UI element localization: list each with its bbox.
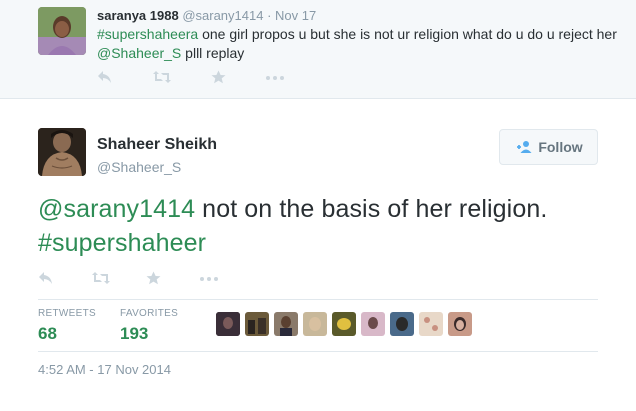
more-icon[interactable]	[265, 70, 285, 89]
favoriter-avatar[interactable]	[448, 312, 472, 336]
tweet-text-part: one girl propos u but she is not ur reli…	[198, 26, 617, 42]
author-handle[interactable]: @sarany1414	[182, 8, 263, 23]
mention-link[interactable]: @Shaheer_S	[97, 45, 181, 61]
hashtag-link[interactable]: #supershaheer	[38, 229, 206, 257]
reply-icon[interactable]	[38, 271, 54, 290]
mention-link[interactable]: @sarany1414	[38, 195, 195, 223]
reply-icon[interactable]	[97, 70, 113, 89]
main-tweet: Shaheer Sheikh @Shaheer_S Follow @sarany…	[0, 100, 636, 411]
tweet-text: #supershaheera one girl propos u but she…	[97, 25, 617, 63]
favoriter-avatar[interactable]	[245, 312, 269, 336]
avatar[interactable]	[38, 128, 86, 176]
follow-button[interactable]: Follow	[499, 129, 598, 165]
more-icon[interactable]	[199, 271, 219, 290]
favoriter-avatar[interactable]	[274, 312, 298, 336]
favoriter-avatar[interactable]	[390, 312, 414, 336]
author-name[interactable]: saranya 1988	[97, 8, 179, 23]
tweet-text-part: plll replay	[181, 45, 245, 61]
retweets-label: RETWEETS	[38, 308, 96, 319]
tweet-text-part: not on the basis of her religion.	[195, 195, 548, 223]
favorite-icon[interactable]	[146, 271, 161, 290]
author-name[interactable]: Shaheer Sheikh	[97, 136, 217, 154]
retweets-stat[interactable]: RETWEETS 68	[38, 308, 96, 344]
parent-tweet[interactable]: saranya 1988 @sarany1414 · Nov 17 #super…	[0, 0, 636, 99]
favorites-label: FAVORITES	[120, 308, 179, 319]
follow-label: Follow	[538, 139, 583, 155]
retweet-icon[interactable]	[91, 271, 111, 290]
author-handle[interactable]: @Shaheer_S	[97, 159, 181, 175]
tweet-stats: RETWEETS 68 FAVORITES 193	[38, 299, 598, 352]
tweet-text: @sarany1414 not on the basis of her reli…	[38, 192, 598, 260]
retweets-count: 68	[38, 324, 57, 343]
tweet-time[interactable]: Nov 17	[275, 8, 316, 23]
add-user-icon	[514, 140, 532, 154]
hashtag-link[interactable]: #supershaheera	[97, 26, 198, 42]
favorites-stat[interactable]: FAVORITES 193	[120, 308, 178, 344]
favorites-count: 193	[120, 324, 149, 343]
retweet-icon[interactable]	[152, 70, 172, 89]
favoriter-avatar[interactable]	[361, 312, 385, 336]
favoriter-avatar[interactable]	[332, 312, 356, 336]
favorite-icon[interactable]	[211, 70, 226, 89]
avatar[interactable]	[38, 7, 86, 55]
favoriter-avatar[interactable]	[303, 312, 327, 336]
tweet-timestamp[interactable]: 4:52 AM - 17 Nov 2014	[38, 362, 171, 377]
separator: ·	[267, 8, 272, 23]
tweet-header: saranya 1988 @sarany1414 · Nov 17	[97, 7, 617, 25]
favoriter-avatar[interactable]	[216, 312, 240, 336]
favoriter-avatar[interactable]	[419, 312, 443, 336]
